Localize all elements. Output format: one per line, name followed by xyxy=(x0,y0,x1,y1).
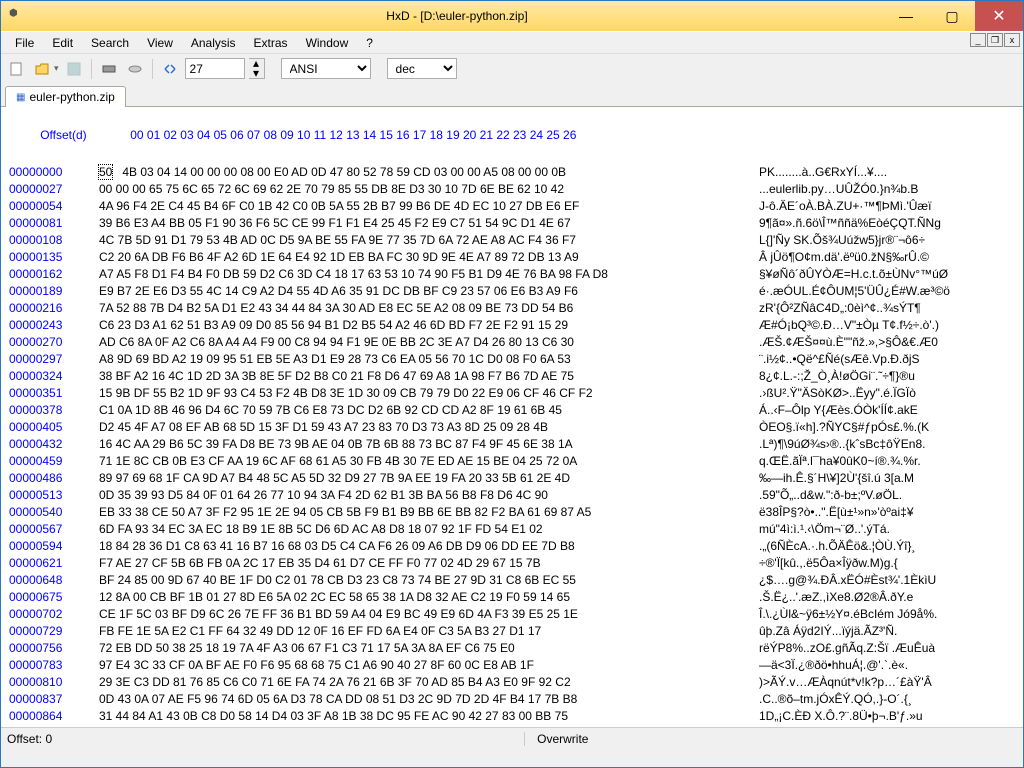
ram-button[interactable] xyxy=(98,58,120,80)
hex-row[interactable]: 00000621F7 AE 27 CF 5B 6B FB 0A 2C 17 EB… xyxy=(9,555,1015,572)
menu-edit[interactable]: Edit xyxy=(44,34,81,52)
header-offset: Offset(d) xyxy=(40,127,130,143)
hex-row[interactable]: 0000000050 4B 03 04 14 00 00 00 08 00 E0… xyxy=(9,164,1015,181)
hex-row[interactable]: 00000702CE 1F 5C 03 BF D9 6C 26 7E FF 36… xyxy=(9,606,1015,623)
hex-row[interactable]: 000002167A 52 88 7B D4 B2 5A D1 E2 43 34… xyxy=(9,300,1015,317)
hex-row[interactable]: 00000135C2 20 6A DB F6 B6 4F A2 6D 1E 64… xyxy=(9,249,1015,266)
mdi-close-button[interactable]: x xyxy=(1004,33,1020,47)
status-mode: Overwrite xyxy=(524,732,600,746)
save-button xyxy=(63,58,85,80)
hex-row[interactable]: 0000043216 4C AA 29 B6 5C 39 FA D8 BE 73… xyxy=(9,436,1015,453)
encoding-select[interactable]: ANSI xyxy=(281,58,371,79)
hex-row[interactable]: 00000378C1 0A 1D 8B 46 96 D4 6C 70 59 7B… xyxy=(9,402,1015,419)
bytes-per-row-input[interactable] xyxy=(185,58,245,79)
close-button[interactable]: ✕ xyxy=(975,1,1023,31)
minimize-button[interactable]: — xyxy=(883,1,929,31)
hex-row[interactable]: 0000059418 84 28 36 D1 C8 63 41 16 B7 16… xyxy=(9,538,1015,555)
menu-file[interactable]: File xyxy=(7,34,42,52)
hex-row[interactable]: 0000008139 B6 E3 A4 BB 05 F1 90 36 F6 5C… xyxy=(9,215,1015,232)
open-dropdown-icon[interactable]: ▾ xyxy=(54,63,59,74)
menu-extras[interactable]: Extras xyxy=(246,34,296,52)
maximize-button[interactable]: ▢ xyxy=(929,1,975,31)
hex-row[interactable]: 000000544A 96 F4 2E C4 45 B4 6F C0 1B 42… xyxy=(9,198,1015,215)
menu-help[interactable]: ? xyxy=(358,34,381,52)
menu-analysis[interactable]: Analysis xyxy=(183,34,244,52)
hex-row[interactable]: 00000189E9 B7 2E E6 D3 55 4C 14 C9 A2 D4… xyxy=(9,283,1015,300)
hex-row[interactable]: 0000048689 97 69 68 1F CA 9D A7 B4 48 5C… xyxy=(9,470,1015,487)
hex-row[interactable]: 0000032438 BF A2 16 4C 1D 2D 3A 3B 8E 5F… xyxy=(9,368,1015,385)
hex-row[interactable]: 00000243C6 23 D3 A1 62 51 B3 A9 09 D0 85… xyxy=(9,317,1015,334)
hex-row[interactable]: 000005130D 35 39 93 D5 84 0F 01 64 26 77… xyxy=(9,487,1015,504)
hex-row[interactable]: 000005676D FA 93 34 EC 3A EC 18 B9 1E 8B… xyxy=(9,521,1015,538)
hex-row[interactable]: 0000075672 EB DD 50 38 25 18 19 7A 4F A3… xyxy=(9,640,1015,657)
hex-row[interactable]: 00000270AD C6 8A 0F A2 C6 8A A4 A4 F9 00… xyxy=(9,334,1015,351)
base-select[interactable]: dec xyxy=(387,58,457,79)
new-button[interactable] xyxy=(5,58,27,80)
hex-row[interactable]: 0000086431 44 84 A1 43 0B C8 D0 58 14 D4… xyxy=(9,708,1015,725)
hex-row[interactable]: 00000162A7 A5 F8 D1 F4 B4 F0 DB 59 D2 C6… xyxy=(9,266,1015,283)
hex-row[interactable]: 0000089150 60 89 14 56 7B 0B 7A 6D 1F 11… xyxy=(9,725,1015,727)
menu-view[interactable]: View xyxy=(139,34,181,52)
hex-row[interactable]: 00000648BF 24 85 00 9D 67 40 BE 1F D0 C2… xyxy=(9,572,1015,589)
header-columns: 00 01 02 03 04 05 06 07 08 09 10 11 12 1… xyxy=(130,127,790,143)
mdi-restore-button[interactable]: ❐ xyxy=(987,33,1003,47)
disk-button[interactable] xyxy=(124,58,146,80)
hex-row[interactable]: 0000067512 8A 00 CB BF 1B 01 27 8D E6 5A… xyxy=(9,589,1015,606)
hex-row[interactable]: 00000540EB 33 38 CE 50 A7 3F F2 95 1E 2E… xyxy=(9,504,1015,521)
menu-window[interactable]: Window xyxy=(298,34,357,52)
hex-row[interactable]: 000008370D 43 0A 07 AE F5 96 74 6D 05 6A… xyxy=(9,691,1015,708)
hex-row[interactable]: 00000405D2 45 4F A7 08 EF AB 68 5D 15 3F… xyxy=(9,419,1015,436)
hex-row[interactable]: 0000045971 1E 8C CB 0B E3 CF AA 19 6C AF… xyxy=(9,453,1015,470)
spinner[interactable]: ▴▾ xyxy=(249,58,265,79)
menubar: File Edit Search View Analysis Extras Wi… xyxy=(1,31,1023,53)
toolbar: ▾ ▴▾ ANSI dec xyxy=(1,53,1023,83)
menu-search[interactable]: Search xyxy=(83,34,137,52)
titlebar: ⬢ HxD - [D:\euler-python.zip] — ▢ ✕ xyxy=(1,1,1023,31)
hex-row[interactable]: 00000297A8 9D 69 BD A2 19 09 95 51 EB 5E… xyxy=(9,351,1015,368)
hex-row[interactable]: 000001084C 7B 5D 91 D1 79 53 4B AD 0C D5… xyxy=(9,232,1015,249)
hex-row[interactable]: 00000729FB FE 1E 5A E2 C1 FF 64 32 49 DD… xyxy=(9,623,1015,640)
status-offset: Offset: 0 xyxy=(7,732,64,746)
tabbar: ▦ euler-python.zip xyxy=(1,83,1023,107)
file-icon: ▦ xyxy=(16,92,25,103)
app-icon: ⬢ xyxy=(9,8,25,24)
hex-row[interactable]: 0000078397 E4 3C 33 CF 0A BF AE F0 F6 95… xyxy=(9,657,1015,674)
tab-label: euler-python.zip xyxy=(29,90,114,104)
arrows-button[interactable] xyxy=(159,58,181,80)
open-button[interactable] xyxy=(31,58,53,80)
hex-row[interactable]: 0000035115 9B DF 55 B2 1D 9F 93 C4 53 F2… xyxy=(9,385,1015,402)
hex-row[interactable]: 0000081029 3E C3 DD 81 76 85 C6 C0 71 6E… xyxy=(9,674,1015,691)
statusbar: Offset: 0 Overwrite xyxy=(1,727,1023,749)
hex-row[interactable]: 0000002700 00 00 65 75 6C 65 72 6C 69 62… xyxy=(9,181,1015,198)
file-tab[interactable]: ▦ euler-python.zip xyxy=(5,86,126,107)
hex-view[interactable]: Offset(d)00 01 02 03 04 05 06 07 08 09 1… xyxy=(1,107,1023,727)
window-title: HxD - [D:\euler-python.zip] xyxy=(31,9,883,23)
mdi-minimize-button[interactable]: _ xyxy=(970,33,986,47)
